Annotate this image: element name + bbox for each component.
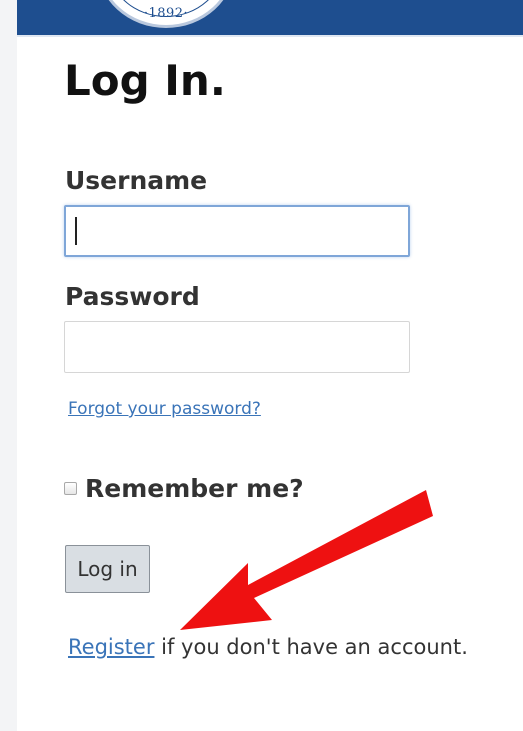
site-header	[17, 0, 523, 35]
forgot-password-link[interactable]: Forgot your password?	[68, 399, 261, 419]
username-input[interactable]	[64, 205, 410, 257]
left-margin	[0, 0, 17, 731]
page-title: Log In.	[64, 56, 226, 105]
remember-me-label[interactable]: Remember me?	[85, 474, 304, 503]
seal-year: ·1892·	[143, 6, 189, 21]
password-input[interactable]	[64, 321, 410, 373]
text-cursor	[75, 217, 77, 245]
register-suffix-text: if you don't have an account.	[154, 635, 468, 659]
header-divider	[17, 35, 523, 37]
register-line: Register if you don't have an account.	[68, 635, 468, 659]
register-link[interactable]: Register	[68, 635, 154, 659]
remember-me-checkbox[interactable]	[64, 481, 77, 495]
remember-me-row: Remember me?	[64, 472, 304, 504]
password-label: Password	[65, 282, 200, 311]
username-label: Username	[65, 166, 208, 195]
login-button[interactable]: Log in	[65, 545, 150, 593]
